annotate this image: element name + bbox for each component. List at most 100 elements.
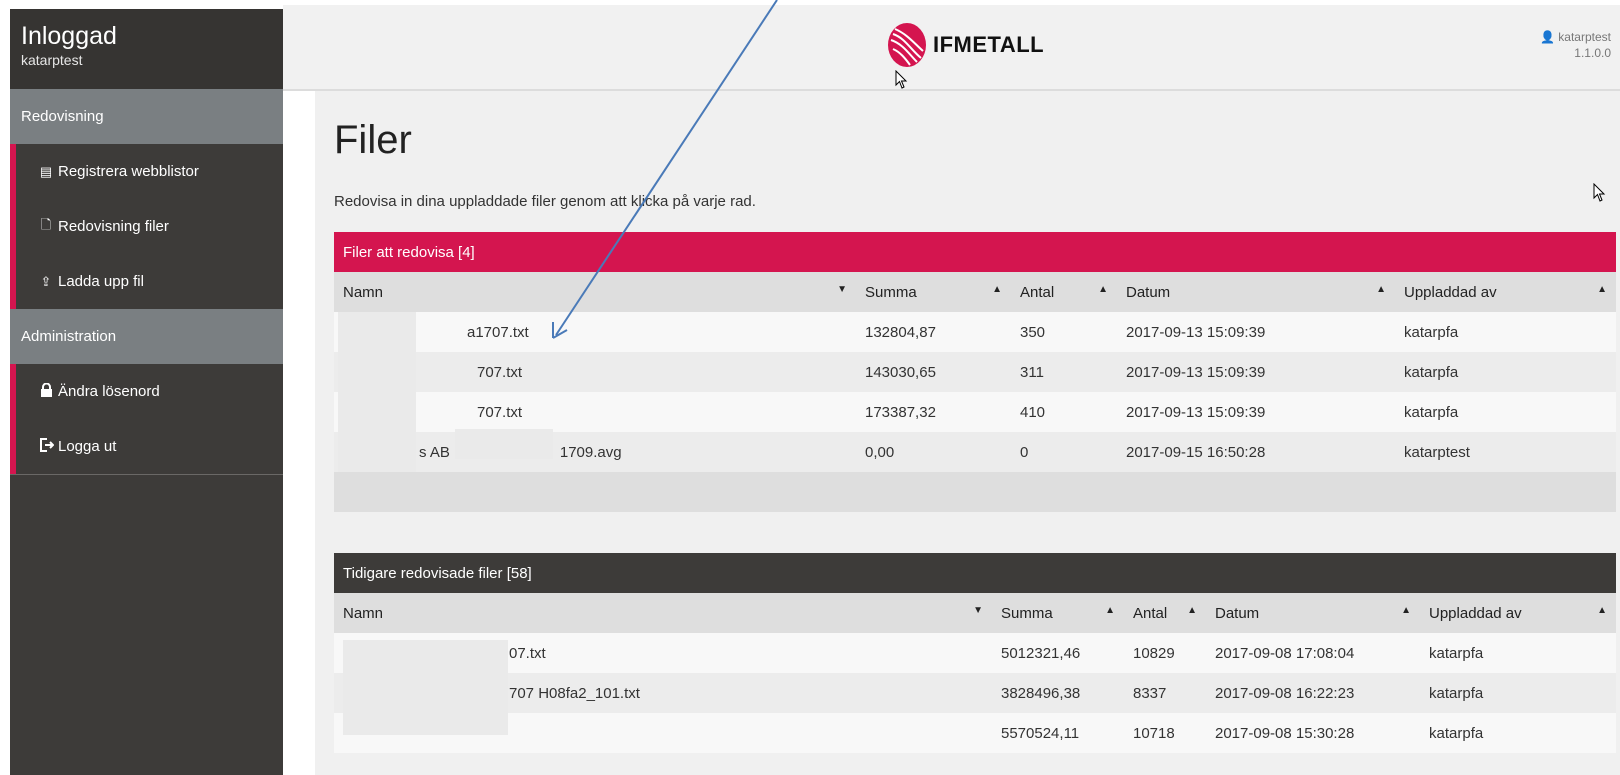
cell-name-part: 1709.avg [559,443,622,461]
cell-antal: 0 [1011,432,1117,472]
cell-antal: 10718 [1124,713,1206,753]
cell-uploaded-by: katarpfa [1420,633,1616,673]
cell-datum: 2017-09-15 16:50:28 [1117,432,1395,472]
sidebar-item-label: Logga ut [58,438,117,455]
pending-files-panel: Filer att redovisa [4] Namn ▼ Summa ▲ Anta… [334,232,1616,512]
sidebar: Inloggad katarptest Redovisning ▤ Regist… [10,9,283,775]
sidebar-title: Inloggad [21,22,117,50]
sidebar-item-label: Registrera webblistor [58,163,199,180]
file-icon: 🗋 [40,216,52,232]
header-username: katarptest [1558,30,1611,44]
cell-uploaded-by: katarpfa [1420,713,1616,753]
cell-datum: 2017-09-13 15:09:39 [1117,352,1395,392]
redaction-box [343,640,508,735]
sidebar-header: Inloggad katarptest [10,9,283,89]
column-header-uppladdad-av[interactable]: Uppladdad av ▲ [1395,272,1616,312]
cell-uploaded-by: katarpfa [1395,352,1616,392]
column-header-namn[interactable]: Namn ▼ [334,272,856,312]
cell-summa: 5012321,46 [992,633,1124,673]
sidebar-section-redovisning[interactable]: Redovisning [10,89,283,144]
sort-asc-icon: ▲ [1376,284,1386,295]
previous-files-table: Namn ▼ Summa ▲ Antal ▲ Datum ▲ Uppladdad av ▲… [334,593,1616,753]
cell-uploaded-by: katarptest [1395,432,1616,472]
cell-uploaded-by: katarpfa [1420,673,1616,713]
cell-name-part: s AB [419,443,450,461]
sidebar-item-redovisning-filer[interactable]: 🗋 Redovisning filer [10,199,283,254]
cell-summa: 132804,87 [856,312,1011,352]
table-row[interactable]: 707 H08fa2_101.txt 3828496,38 8337 2017-… [334,673,1616,713]
cell-summa: 3828496,38 [992,673,1124,713]
ifmetall-logo-icon [888,23,926,67]
app-version: 1.1.0.0 [1574,46,1611,60]
cell-antal: 350 [1011,312,1117,352]
sidebar-username: katarptest [21,52,83,68]
sidebar-item-ladda-upp-fil[interactable]: ⇪ Ladda upp fil [10,254,283,309]
cell-datum: 2017-09-08 15:30:28 [1206,713,1420,753]
sort-asc-icon: ▲ [1187,605,1197,616]
cell-uploaded-by: katarpfa [1395,392,1616,432]
brand-logo[interactable]: IFMETALL [885,20,1044,70]
column-header-datum[interactable]: Datum ▲ [1117,272,1395,312]
sidebar-item-label: Redovisning filer [58,218,169,235]
upload-icon: ⇪ [40,273,52,289]
sort-asc-icon: ▲ [1105,605,1115,616]
cell-summa: 143030,65 [856,352,1011,392]
table-row[interactable]: 5570524,11 10718 2017-09-08 15:30:28 kat… [334,713,1616,753]
brand-name: IFMETALL [933,32,1045,57]
sort-asc-icon: ▲ [1597,284,1607,295]
sidebar-item-logga-ut[interactable]: Logga ut [10,419,283,474]
previous-files-panel: Tidigare redovisade filer [58] Namn ▼ Sum… [334,553,1616,753]
cell-uploaded-by: katarpfa [1395,312,1616,352]
table-footer [334,472,1616,512]
table-header-row: Namn ▼ Summa ▲ Antal ▲ Datum ▲ Uppladdad av ▲ [334,272,1616,312]
cell-antal: 311 [1011,352,1117,392]
redaction-box [455,429,553,459]
cell-antal: 10829 [1124,633,1206,673]
sort-asc-icon: ▲ [1098,284,1108,295]
table-row[interactable]: 07.txt 5012321,46 10829 2017-09-08 17:08… [334,633,1616,673]
sidebar-item-label: Ladda upp fil [58,273,144,290]
top-bar: IFMETALL 👤 katarptest 1.1.0.0 [283,5,1620,91]
sidebar-section-administration[interactable]: Administration [10,309,283,364]
column-header-namn[interactable]: Namn ▼ [334,593,992,633]
mouse-cursor-icon [1593,183,1606,202]
sidebar-item-andra-losenord[interactable]: Ändra lösenord [10,364,283,419]
column-header-summa[interactable]: Summa ▲ [856,272,1011,312]
page-description: Redovisa in dina uppladdade filer genom … [334,193,756,210]
table-row[interactable]: 707.txt 143030,65 311 2017-09-13 15:09:3… [334,352,1616,392]
list-icon: ▤ [39,163,53,179]
cell-summa: 173387,32 [856,392,1011,432]
table-header-row: Namn ▼ Summa ▲ Antal ▲ Datum ▲ Uppladdad av ▲ [334,593,1616,633]
main-content: Filer Redovisa in dina uppladdade filer … [315,91,1620,775]
sort-desc-icon: ▼ [837,284,847,295]
sidebar-item-registrera-webblistor[interactable]: ▤ Registrera webblistor [10,144,283,199]
panel-title: Tidigare redovisade filer [58] [334,553,1616,593]
cell-datum: 2017-09-13 15:09:39 [1117,392,1395,432]
table-row[interactable]: 707.txt 173387,32 410 2017-09-13 15:09:3… [334,392,1616,432]
user-icon: 👤 [1540,30,1555,44]
sidebar-divider [10,474,283,475]
cell-datum: 2017-09-13 15:09:39 [1117,312,1395,352]
cell-datum: 2017-09-08 16:22:23 [1206,673,1420,713]
cell-antal: 410 [1011,392,1117,432]
lock-icon [38,382,54,400]
sort-desc-icon: ▼ [973,605,983,616]
sort-asc-icon: ▲ [1597,605,1607,616]
cell-summa: 0,00 [856,432,1011,472]
column-header-summa[interactable]: Summa ▲ [992,593,1124,633]
panel-title: Filer att redovisa [4] [334,232,1616,272]
sort-asc-icon: ▲ [1401,605,1411,616]
redaction-box [338,312,416,472]
user-info: 👤 katarptest 1.1.0.0 [1540,29,1611,61]
header-user[interactable]: 👤 katarptest [1540,29,1611,45]
page-title: Filer [334,118,412,162]
column-header-antal[interactable]: Antal ▲ [1011,272,1117,312]
table-row[interactable]: a1707.txt 132804,87 350 2017-09-13 15:09… [334,312,1616,352]
logout-icon [38,438,54,455]
column-header-datum[interactable]: Datum ▲ [1206,593,1420,633]
mouse-cursor-icon [895,70,908,89]
cell-summa: 5570524,11 [992,713,1124,753]
pending-files-table: Namn ▼ Summa ▲ Antal ▲ Datum ▲ Uppladdad av ▲… [334,272,1616,512]
column-header-antal[interactable]: Antal ▲ [1124,593,1206,633]
column-header-uppladdad-av[interactable]: Uppladdad av ▲ [1420,593,1616,633]
